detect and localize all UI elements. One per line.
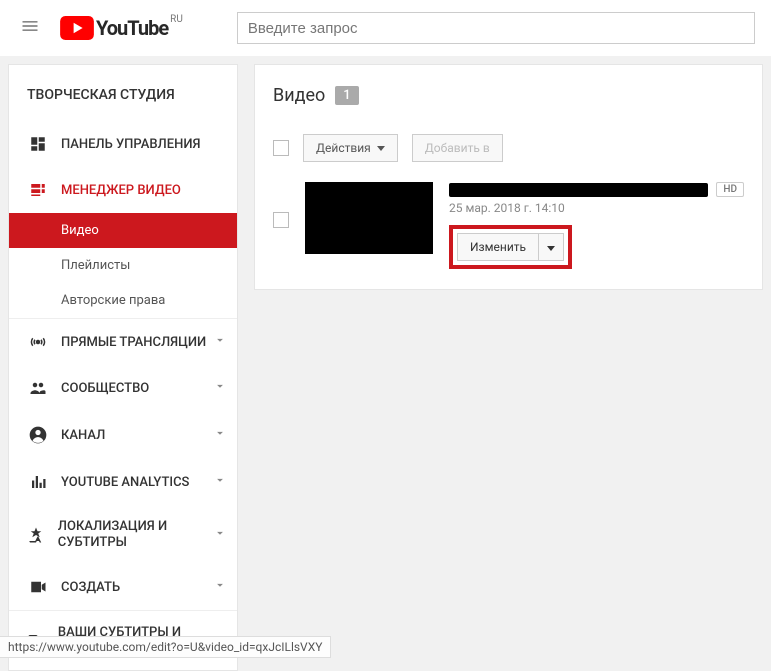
sidebar-item-label: ПАНЕЛЬ УПРАВЛЕНИЯ xyxy=(61,137,200,152)
sidebar-item-label: СООБЩЕСТВО xyxy=(61,381,149,396)
sidebar-item-analytics[interactable]: YOUTUBE ANALYTICS xyxy=(9,459,237,505)
video-thumbnail[interactable] xyxy=(305,182,433,254)
chevron-down-icon xyxy=(213,379,227,397)
sidebar-item-label: МЕНЕДЖЕР ВИДЕО xyxy=(61,183,181,198)
video-manager-icon xyxy=(27,181,49,199)
video-manager-submenu: Видео Плейлисты Авторские права xyxy=(9,213,237,318)
video-meta: HD 25 мар. 2018 г. 14:10 Изменить xyxy=(449,182,744,269)
youtube-play-icon xyxy=(60,16,94,40)
menu-icon[interactable] xyxy=(16,12,44,44)
toolbar: Действия Добавить в xyxy=(273,134,744,162)
search-input[interactable] xyxy=(237,12,755,44)
subitem-videos[interactable]: Видео xyxy=(9,213,237,248)
actions-button-label: Действия xyxy=(316,141,371,155)
sidebar-item-create[interactable]: СОЗДАТЬ xyxy=(9,564,237,610)
subitem-playlists[interactable]: Плейлисты xyxy=(9,248,237,283)
caret-down-icon xyxy=(547,246,555,251)
youtube-logo[interactable]: YouTube RU xyxy=(60,16,181,40)
sidebar-item-video-manager[interactable]: МЕНЕДЖЕР ВИДЕО xyxy=(9,167,237,213)
sidebar-item-localization[interactable]: ЛОКАЛИЗАЦИЯ И СУБТИТРЫ xyxy=(9,505,237,564)
sidebar-item-community[interactable]: СООБЩЕСТВО xyxy=(9,365,237,411)
create-icon xyxy=(27,578,49,596)
page-title: Видео 1 xyxy=(273,85,744,106)
sidebar-item-live[interactable]: ПРЯМЫЕ ТРАНСЛЯЦИИ xyxy=(9,319,237,365)
dashboard-icon xyxy=(27,135,49,153)
sidebar-item-label: СОЗДАТЬ xyxy=(61,580,120,595)
chevron-down-icon xyxy=(213,526,227,544)
chevron-down-icon xyxy=(213,578,227,596)
sidebar-item-label: ПРЯМЫЕ ТРАНСЛЯЦИИ xyxy=(61,335,206,350)
video-row: HD 25 мар. 2018 г. 14:10 Изменить xyxy=(273,182,744,269)
select-all-checkbox[interactable] xyxy=(273,140,289,156)
community-icon xyxy=(27,379,49,397)
subitem-copyright[interactable]: Авторские права xyxy=(9,283,237,318)
channel-icon xyxy=(27,425,49,445)
page-title-text: Видео xyxy=(273,85,325,106)
translate-icon xyxy=(27,526,46,544)
edit-highlight: Изменить xyxy=(449,225,572,269)
hd-badge: HD xyxy=(716,182,744,197)
main-content: Видео 1 Действия Добавить в HD 25 мар. 2… xyxy=(254,64,763,290)
edit-button-dropdown[interactable] xyxy=(539,233,564,261)
edit-button[interactable]: Изменить xyxy=(457,233,539,261)
edit-split-button: Изменить xyxy=(457,233,564,261)
logo-text: YouTube xyxy=(96,16,168,40)
sidebar-item-channel[interactable]: КАНАЛ xyxy=(9,411,237,459)
video-title-redacted[interactable] xyxy=(449,183,708,197)
caret-down-icon xyxy=(377,146,385,151)
analytics-icon xyxy=(27,473,49,491)
live-icon xyxy=(27,333,49,351)
chevron-down-icon xyxy=(213,473,227,491)
add-to-button[interactable]: Добавить в xyxy=(412,134,503,162)
logo-region: RU xyxy=(170,14,183,25)
sidebar-item-label: YOUTUBE ANALYTICS xyxy=(61,475,189,490)
sidebar-item-label: КАНАЛ xyxy=(61,428,105,443)
status-bar-url: https://www.youtube.com/edit?o=U&video_i… xyxy=(0,636,331,658)
studio-title: ТВОРЧЕСКАЯ СТУДИЯ xyxy=(9,81,237,121)
sidebar: ТВОРЧЕСКАЯ СТУДИЯ ПАНЕЛЬ УПРАВЛЕНИЯ МЕНЕ… xyxy=(8,64,238,671)
add-to-button-label: Добавить в xyxy=(425,141,490,155)
search-box xyxy=(237,12,755,44)
actions-button[interactable]: Действия xyxy=(303,134,398,162)
header: YouTube RU xyxy=(0,0,771,56)
sidebar-item-dashboard[interactable]: ПАНЕЛЬ УПРАВЛЕНИЯ xyxy=(9,121,237,167)
chevron-down-icon xyxy=(213,333,227,351)
video-date: 25 мар. 2018 г. 14:10 xyxy=(449,201,744,215)
chevron-down-icon xyxy=(213,426,227,444)
video-count-badge: 1 xyxy=(335,86,358,105)
sidebar-item-label: ЛОКАЛИЗАЦИЯ И СУБТИТРЫ xyxy=(58,519,213,550)
video-checkbox[interactable] xyxy=(273,212,289,228)
